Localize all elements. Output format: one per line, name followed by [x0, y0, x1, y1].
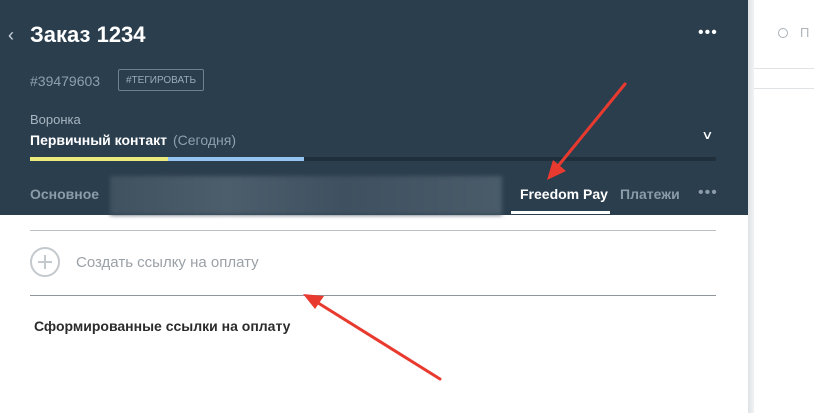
search-placeholder: П — [800, 25, 810, 40]
pipeline-label: Воронка — [30, 112, 81, 127]
search-input[interactable]: П — [754, 0, 814, 69]
tab-main[interactable]: Основное — [30, 186, 99, 202]
stage-progress-bar — [30, 157, 716, 161]
tab-bar: Основное Freedom Pay Платежи ••• — [0, 176, 748, 215]
progress-segment-1 — [30, 157, 168, 161]
progress-segment-2 — [168, 157, 304, 161]
order-id: #39479603 — [30, 73, 101, 89]
divider — [30, 295, 716, 296]
generated-links-title: Сформированные ссылки на оплату — [34, 318, 291, 334]
back-arrow-icon[interactable]: ‹ — [8, 26, 22, 44]
lead-card: ‹ Заказ 1234 ••• #39479603 #ТЕГИРОВАТЬ В… — [0, 0, 748, 413]
card-header: ‹ Заказ 1234 ••• #39479603 #ТЕГИРОВАТЬ В… — [0, 0, 748, 215]
more-menu-icon[interactable]: ••• — [698, 24, 718, 42]
stage-name: Первичный контакт — [30, 132, 167, 148]
tabs-more-icon[interactable]: ••• — [698, 184, 718, 202]
divider — [754, 88, 814, 89]
tab-freedom-pay[interactable]: Freedom Pay — [511, 186, 609, 202]
create-payment-link-label: Создать ссылку на оплату — [76, 254, 259, 271]
tag-button[interactable]: #ТЕГИРОВАТЬ — [118, 69, 205, 91]
tab-payments[interactable]: Платежи — [620, 186, 680, 202]
blurred-tabs — [110, 176, 502, 215]
divider — [30, 230, 716, 231]
plus-circle-icon — [30, 247, 60, 277]
stage-date: (Сегодня) — [173, 132, 236, 148]
page-title: Заказ 1234 — [30, 22, 146, 47]
search-icon — [778, 28, 788, 38]
chevron-down-icon[interactable]: ∨ — [701, 128, 713, 142]
stage-selector[interactable]: Первичный контакт (Сегодня) — [30, 130, 236, 150]
right-panel: П — [754, 0, 814, 413]
active-tab-indicator — [511, 211, 610, 214]
